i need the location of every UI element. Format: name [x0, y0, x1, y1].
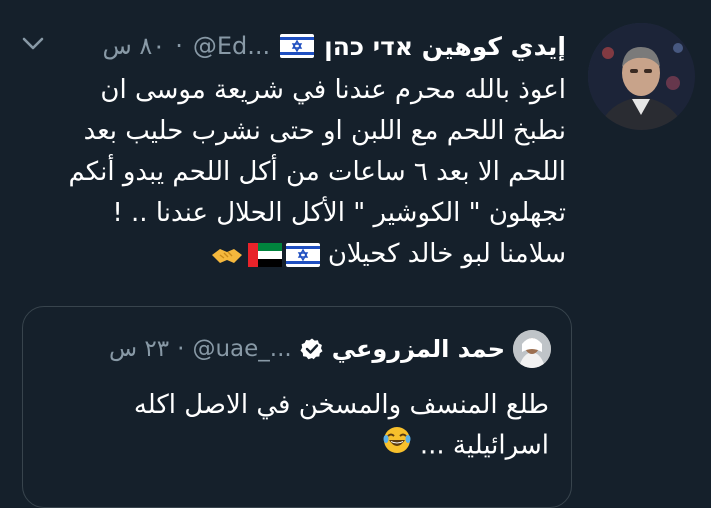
quoted-tweet-header: ٢٣ س · @uae_... حمد المزروعي [109, 330, 551, 368]
tweet-line: نطبخ اللحم مع اللبن او حتى نشرب حليب بعد [83, 116, 566, 146]
quoted-line-last: اسرائيلية ... [49, 425, 549, 467]
separator-dot: · [177, 336, 185, 362]
tweet-header: ٨٠ س · @Ed... إيدي كوهين אדי כהן [102, 26, 566, 66]
quoted-timestamp[interactable]: ٢٣ س [109, 336, 169, 362]
quoted-tweet[interactable]: ٢٣ س · @uae_... حمد المزروعي طلع المنسف … [22, 306, 572, 508]
verified-badge-icon [300, 337, 324, 361]
handshake-icon [210, 243, 244, 267]
tweet-line: سلامنا لبو خالد كحيلان [327, 239, 566, 269]
display-name[interactable]: إيدي كوهين אדי כהן [324, 32, 566, 61]
quoted-display-name[interactable]: حمد المزروعي [332, 335, 505, 363]
laughing-face-icon [382, 425, 412, 467]
tweet-text: اعوذ بالله محرم عندنا في شريعة موسى ان ن… [26, 70, 566, 275]
uae-flag-icon [247, 242, 282, 267]
chevron-down-icon[interactable] [18, 32, 48, 54]
tweet-line-last: سلامنا لبو خالد كحيلان [26, 234, 566, 275]
quoted-line: طلع المنسف والمسخن في الاصل اكله [133, 390, 549, 420]
israel-flag-icon [280, 34, 315, 58]
separator-dot: · [175, 32, 183, 60]
timestamp[interactable]: ٨٠ س [102, 32, 165, 60]
quoted-avatar[interactable] [513, 330, 551, 368]
israel-flag-icon [285, 242, 320, 267]
quoted-line: اسرائيلية ... [419, 430, 549, 461]
tweet[interactable]: ٨٠ س · @Ed... إيدي كوهين אדי כהן اعوذ با… [0, 0, 711, 508]
tweet-line: اعوذ بالله محرم عندنا في شريعة موسى ان [100, 75, 566, 105]
user-handle[interactable]: @Ed... [193, 32, 270, 60]
tweet-line: تجهلون " الكوشير " الأكل الحلال عندنا ..… [112, 198, 566, 228]
avatar[interactable] [588, 23, 695, 130]
tweet-line: اللحم الا بعد ٦ ساعات من أكل اللحم يبدو … [68, 157, 566, 187]
emoji-group [210, 242, 320, 267]
quoted-tweet-text: طلع المنسف والمسخن في الاصل اكله اسرائيل… [49, 385, 549, 467]
quoted-user-handle[interactable]: @uae_... [192, 336, 291, 362]
